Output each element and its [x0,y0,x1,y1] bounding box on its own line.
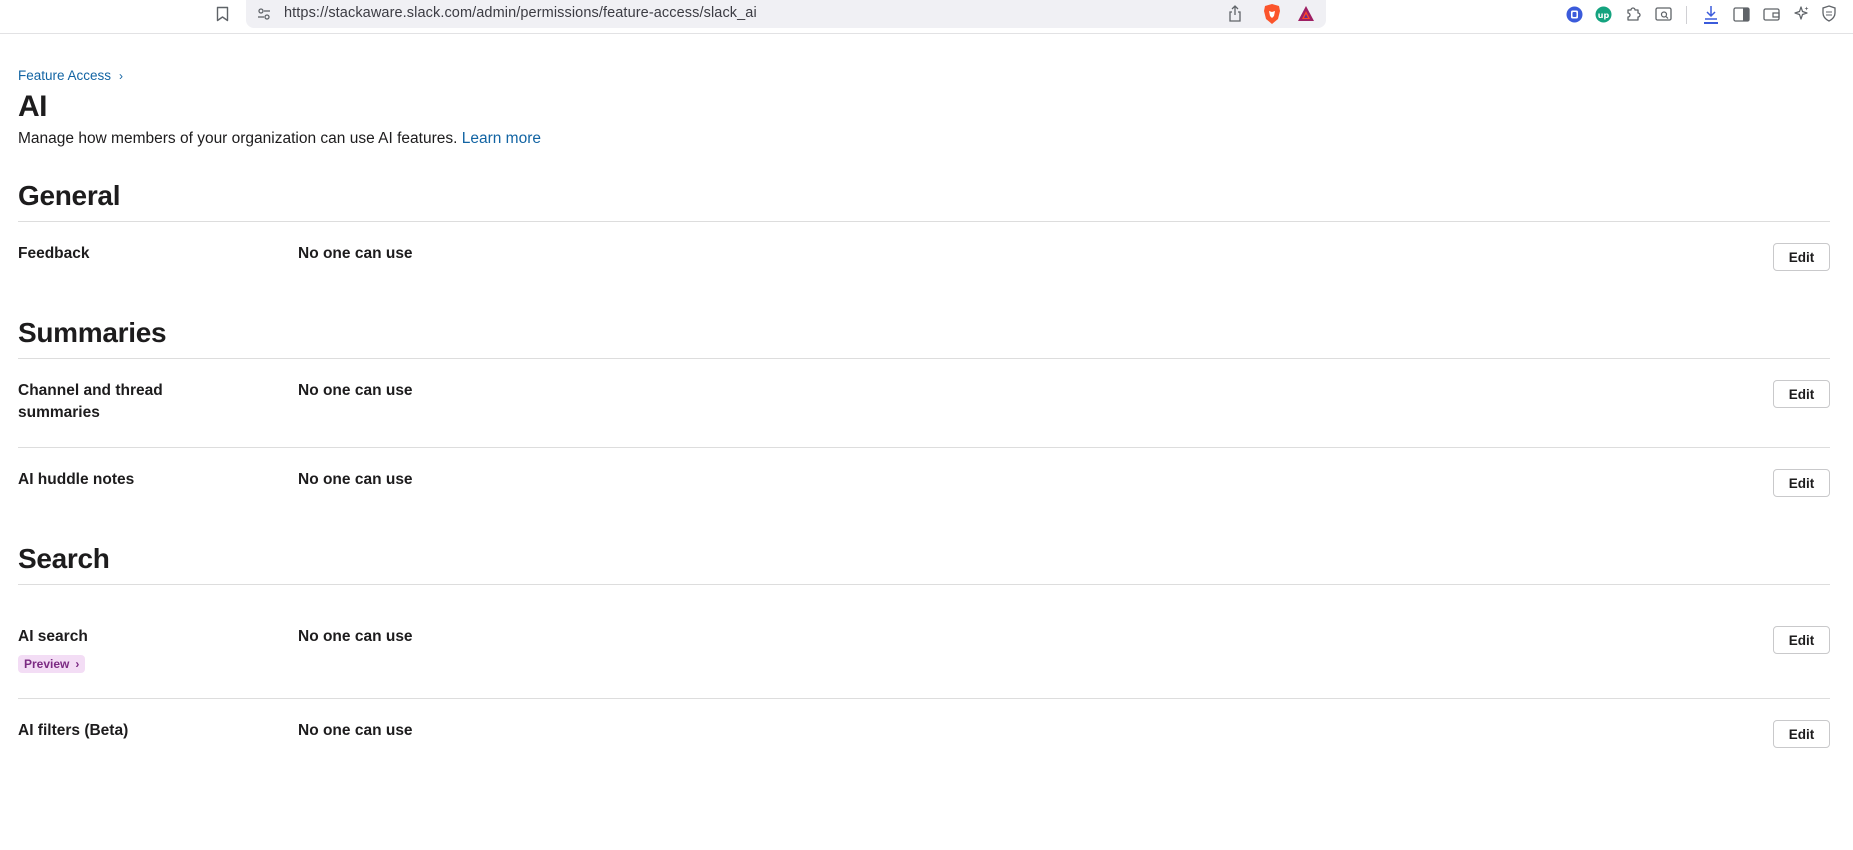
breadcrumb-link[interactable]: Feature Access [18,68,111,83]
divider [18,221,1830,222]
feature-label-ai-huddle-notes: AI huddle notes [18,471,135,488]
divider [18,584,1830,585]
leo-ai-icon[interactable] [1792,4,1810,22]
divider [18,358,1830,359]
divider [18,447,1830,448]
sidebar-icon[interactable] [1732,5,1750,23]
breadcrumb[interactable]: Feature Access › [18,68,123,83]
address-bar[interactable]: https://stackaware.slack.com/admin/permi… [246,0,1326,28]
divider [18,698,1830,699]
download-icon[interactable] [1702,4,1720,24]
edit-button-ai-filters[interactable]: Edit [1773,720,1830,748]
chevron-right-icon: › [119,68,124,83]
section-title-search: Search [18,543,110,574]
preview-badge[interactable]: Preview › [18,655,86,673]
wallet-icon[interactable] [1762,5,1780,23]
extension-icon[interactable]: up [1594,5,1612,23]
learn-more-link[interactable]: Learn more [462,130,541,147]
feature-status: No one can use [298,245,413,262]
edit-button-channel-thread-summaries[interactable]: Edit [1773,380,1830,408]
feature-label-feedback: Feedback [18,245,90,262]
share-icon[interactable] [1228,5,1242,27]
section-title-general: General [18,180,121,211]
page-description: Manage how members of your organization … [18,130,541,148]
page-title: AI [18,90,48,123]
brave-rewards-icon[interactable] [1296,4,1316,24]
feature-status: No one can use [298,382,413,399]
vpn-icon[interactable] [1820,4,1838,22]
url-text: https://stackaware.slack.com/admin/permi… [284,5,757,21]
edit-button-ai-search[interactable]: Edit [1773,626,1830,654]
brave-shields-icon[interactable] [1262,3,1282,25]
puzzle-icon[interactable] [1624,4,1642,22]
description-text: Manage how members of your organization … [18,130,458,147]
feature-label-ai-search: AI search [18,628,88,645]
feature-status: No one can use [298,628,413,645]
edit-button-ai-huddle-notes[interactable]: Edit [1773,469,1830,497]
chevron-right-icon: › [75,657,80,671]
feature-status: No one can use [298,722,413,739]
edit-button-feedback[interactable]: Edit [1773,243,1830,271]
svg-text:up: up [1597,11,1609,20]
section-title-summaries: Summaries [18,317,167,348]
toolbar-separator [1686,6,1687,24]
browser-toolbar: https://stackaware.slack.com/admin/permi… [0,0,1853,34]
feature-label-channel-thread-summaries: Channel and thread summaries [18,382,163,421]
feature-status: No one can use [298,471,413,488]
search-tab-icon[interactable] [1654,5,1672,23]
bookmark-icon[interactable] [214,5,230,23]
badge-label: Preview [24,657,70,671]
extension-icon[interactable] [1565,5,1583,23]
site-settings-icon[interactable] [256,6,272,22]
feature-label-ai-filters: AI filters (Beta) [18,722,129,739]
